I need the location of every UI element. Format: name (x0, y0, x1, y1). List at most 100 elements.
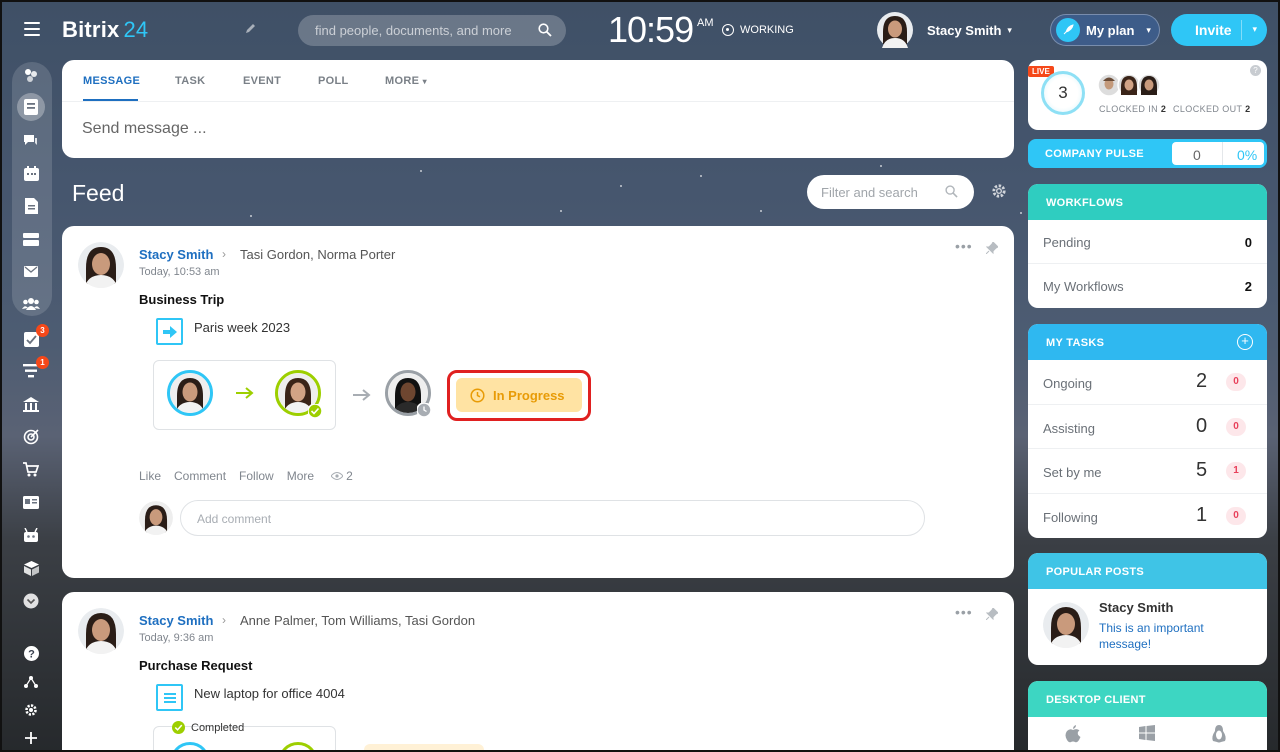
post-time[interactable]: Today, 10:53 am (139, 266, 220, 278)
pin-icon[interactable] (986, 608, 998, 620)
post-author[interactable]: Stacy Smith (139, 247, 213, 262)
popular-author[interactable]: Stacy Smith (1099, 600, 1173, 615)
company-icon[interactable] (22, 395, 40, 413)
task-row-following[interactable]: Following 1 0 (1028, 494, 1267, 539)
help-icon[interactable]: ? (22, 644, 40, 662)
workflows-header[interactable]: WORKFLOWS (1028, 184, 1267, 220)
post-author[interactable]: Stacy Smith (139, 613, 213, 628)
row-value: 1 (1196, 503, 1208, 526)
workflow-name[interactable]: New laptop for office 4004 (194, 686, 345, 701)
tab-event[interactable]: EVENT (243, 75, 281, 87)
edit-logo-icon[interactable] (244, 22, 257, 38)
author-avatar[interactable] (78, 608, 124, 654)
pin-icon[interactable] (986, 242, 998, 254)
status-label: In Progress (493, 387, 565, 403)
feed-filter[interactable] (807, 175, 974, 209)
workflow-row-my-workflows[interactable]: My Workflows 2 (1028, 264, 1267, 308)
more-icon[interactable] (22, 592, 40, 610)
tab-task[interactable]: TASK (175, 75, 205, 87)
more-options-icon[interactable]: ••• (955, 604, 973, 620)
search-icon[interactable] (945, 185, 958, 198)
add-task-icon[interactable]: + (1237, 334, 1253, 350)
chevron-down-icon[interactable]: ▾ (1252, 24, 1257, 35)
message-input[interactable]: Send message ... (82, 120, 207, 138)
clocked-in-label: CLOCKED IN (1099, 104, 1159, 114)
mail-icon[interactable] (22, 262, 40, 280)
invite-button[interactable]: Invite ▾ (1171, 14, 1267, 46)
row-label: Set by me (1043, 465, 1102, 480)
help-icon[interactable]: ? (1250, 65, 1261, 76)
popular-post-item[interactable]: Stacy Smith This is an important message… (1028, 589, 1267, 665)
workflows-title: WORKFLOWS (1046, 197, 1124, 209)
windows-icon[interactable] (1139, 725, 1155, 741)
post-composer: MESSAGE TASK EVENT POLL MORE ▾ Send mess… (62, 60, 1014, 158)
status-badge[interactable]: In Progress (456, 378, 582, 412)
apple-icon[interactable] (1065, 725, 1081, 743)
more-options-icon[interactable]: ••• (955, 238, 973, 254)
comment-input[interactable] (197, 512, 797, 526)
add-icon[interactable] (22, 729, 40, 747)
clock-time: 10:59 (608, 9, 694, 50)
follow-button[interactable]: Follow (239, 469, 274, 483)
views-counter[interactable]: 2 (331, 469, 353, 483)
shop-icon[interactable] (22, 460, 40, 478)
status-badge[interactable] (364, 744, 484, 752)
popular-post-text[interactable]: This is an important message! (1099, 620, 1239, 652)
tab-poll[interactable]: POLL (318, 75, 349, 87)
robot-icon[interactable] (22, 526, 40, 544)
rocket-icon[interactable] (22, 66, 40, 84)
clocked-count[interactable]: 3 (1041, 71, 1085, 115)
like-button[interactable]: Like (139, 469, 161, 483)
workflow-name[interactable]: Paris week 2023 (194, 320, 290, 335)
arrow-right-icon (353, 389, 371, 401)
work-status[interactable]: WORKING (722, 24, 794, 36)
calendar-icon[interactable] (22, 164, 40, 182)
my-plan-button[interactable]: My plan ▾ (1050, 14, 1160, 46)
settings-icon[interactable] (22, 701, 40, 719)
sites-icon[interactable] (22, 428, 40, 446)
contact-center-icon[interactable] (22, 493, 40, 511)
post-time[interactable]: Today, 9:36 am (139, 632, 213, 644)
left-sidebar: 3 1 ? (0, 60, 62, 752)
documents-icon[interactable] (22, 197, 40, 215)
task-row-set-by-me[interactable]: Set by me 5 1 (1028, 449, 1267, 494)
chat-icon[interactable] (22, 132, 40, 150)
user-menu[interactable]: Stacy Smith ▾ (877, 12, 1012, 48)
approver-avatar[interactable] (167, 370, 213, 416)
clocked-in-value: 2 (1160, 104, 1167, 114)
global-search[interactable] (298, 15, 566, 46)
author-avatar[interactable] (78, 242, 124, 288)
menu-icon[interactable] (24, 22, 40, 36)
page-title: Feed (72, 180, 125, 206)
tab-message[interactable]: MESSAGE (83, 75, 140, 87)
workflow-row-pending[interactable]: Pending 0 (1028, 220, 1267, 264)
employee-avatars[interactable] (1098, 73, 1160, 97)
my-plan-label: My plan (1086, 22, 1135, 38)
comment-button[interactable]: Comment (174, 469, 226, 483)
structure-icon[interactable] (22, 673, 40, 691)
comment-field[interactable] (180, 500, 925, 536)
filter-search-input[interactable] (821, 185, 941, 200)
post-recipients[interactable]: Anne Palmer, Tom Williams, Tasi Gordon (240, 613, 475, 628)
author-avatar[interactable] (1043, 602, 1089, 648)
drive-icon[interactable] (22, 230, 40, 248)
tab-more[interactable]: MORE ▾ (385, 75, 427, 87)
task-row-assisting[interactable]: Assisting 0 0 (1028, 405, 1267, 449)
search-input[interactable] (315, 23, 535, 38)
arrow-right-icon (236, 387, 254, 399)
more-button[interactable]: More (287, 469, 314, 483)
linux-icon[interactable] (1211, 725, 1227, 743)
groups-icon[interactable] (22, 294, 40, 312)
row-label: Pending (1043, 235, 1091, 250)
logo[interactable]: Bitrix 24 (62, 17, 148, 43)
post-recipients[interactable]: Tasi Gordon, Norma Porter (240, 247, 395, 262)
gear-icon[interactable] (991, 183, 1007, 199)
tasks-header[interactable]: MY TASKS + (1028, 324, 1267, 360)
search-icon[interactable] (538, 23, 552, 37)
row-label: Ongoing (1043, 376, 1093, 391)
company-pulse-widget[interactable]: COMPANY PULSE 0 0% (1028, 139, 1267, 168)
pulse-percent: 0% (1237, 147, 1258, 163)
storage-icon[interactable] (22, 559, 40, 577)
task-row-ongoing[interactable]: Ongoing 2 0 (1028, 360, 1267, 405)
feed-icon[interactable] (17, 93, 45, 121)
